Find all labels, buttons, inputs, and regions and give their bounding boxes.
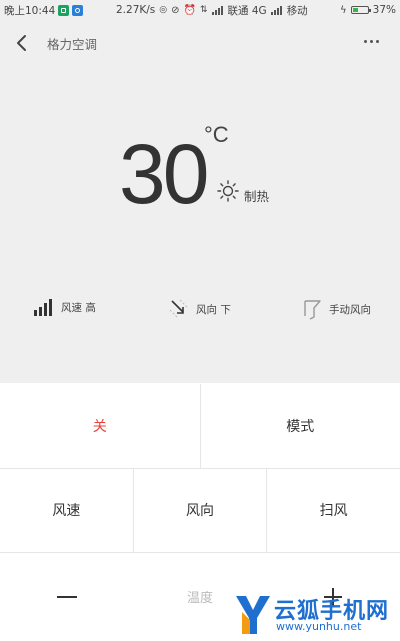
signal-icon — [211, 5, 224, 15]
nfc-icon: ◎ — [159, 5, 168, 15]
temperature-value: 30 — [119, 127, 209, 221]
wind-direction-arrow-icon — [169, 299, 189, 319]
sweep-button-label: 扫风 — [319, 503, 348, 519]
back-arrow-icon — [17, 35, 26, 51]
temperature-unit: °C — [204, 122, 229, 147]
watermark: 云狐手机网 www.yunhu.net — [234, 588, 400, 641]
alarm-icon: ⏰ — [183, 4, 196, 16]
status-middle: 2.27K/s ◎ ⊘ ⏰ ⇅ 联通 4G 移动 — [116, 0, 308, 20]
notification-icon — [72, 4, 84, 16]
wind-direction-status-label: 风向 下 — [196, 303, 231, 316]
status-time: 晚上10:44 — [4, 4, 56, 17]
carrier-2: 移动 — [286, 4, 308, 17]
title-bar: 格力空调 — [0, 20, 400, 64]
more-dot-icon — [376, 39, 379, 43]
minus-icon — [56, 595, 77, 598]
temperature-label: 温度 — [186, 591, 213, 606]
status-bar: 晚上10:44 2.27K/s ◎ ⊘ ⏰ ⇅ 联通 4G 移动 ϟ 37% — [0, 0, 400, 20]
control-row-1: 关 模式 — [0, 384, 400, 469]
notification-icon — [58, 4, 70, 16]
ac-display-panel: 格力空调 30 °C 制热 风速 高 风向 下 手动风向 — [0, 20, 400, 383]
network-speed: 2.27K/s — [116, 4, 156, 16]
wind-direction-button-label: 风向 — [186, 503, 214, 519]
manual-direction-status: 手动风向 — [303, 298, 371, 320]
status-left: 晚上10:44 — [4, 3, 84, 18]
status-right: ϟ 37% — [340, 0, 396, 20]
more-dot-icon — [364, 39, 367, 43]
control-row-2: 风速 风向 扫风 — [0, 468, 400, 553]
manual-direction-status-label: 手动风向 — [329, 303, 371, 316]
fan-speed-status: 风速 高 — [33, 298, 96, 316]
fan-speed-status-label: 风速 高 — [61, 301, 96, 314]
battery-percent: 37% — [372, 4, 396, 16]
page-title: 格力空调 — [47, 37, 98, 52]
sweep-button[interactable]: 扫风 — [267, 468, 400, 552]
wind-direction-status: 风向 下 — [168, 298, 231, 320]
more-dot-icon — [370, 39, 373, 43]
battery-icon — [350, 6, 371, 14]
signal-icon — [270, 5, 283, 15]
fan-speed-bars-icon — [34, 299, 52, 316]
temperature-decrease-button[interactable] — [0, 552, 133, 641]
fan-speed-button-label: 风速 — [52, 503, 81, 519]
mode-button[interactable]: 模式 — [201, 384, 400, 468]
mute-icon: ⊘ — [171, 4, 180, 16]
charging-icon: ϟ — [340, 4, 347, 16]
watermark-url: www.yunhu.net — [276, 620, 362, 633]
mode-button-label: 模式 — [286, 419, 315, 435]
power-off-label: 关 — [92, 419, 107, 435]
power-off-button[interactable]: 关 — [0, 384, 201, 468]
more-options-button[interactable] — [364, 34, 386, 48]
carrier-1: 联通 4G — [227, 4, 267, 17]
fan-speed-button[interactable]: 风速 — [0, 468, 134, 552]
mode-label: 制热 — [244, 189, 270, 204]
back-button[interactable] — [12, 32, 34, 54]
sun-icon — [217, 180, 239, 202]
manual-direction-icon — [304, 300, 321, 320]
wind-direction-button[interactable]: 风向 — [134, 468, 268, 552]
watermark-logo-icon — [236, 596, 270, 634]
data-transfer-icon: ⇅ — [199, 5, 208, 15]
